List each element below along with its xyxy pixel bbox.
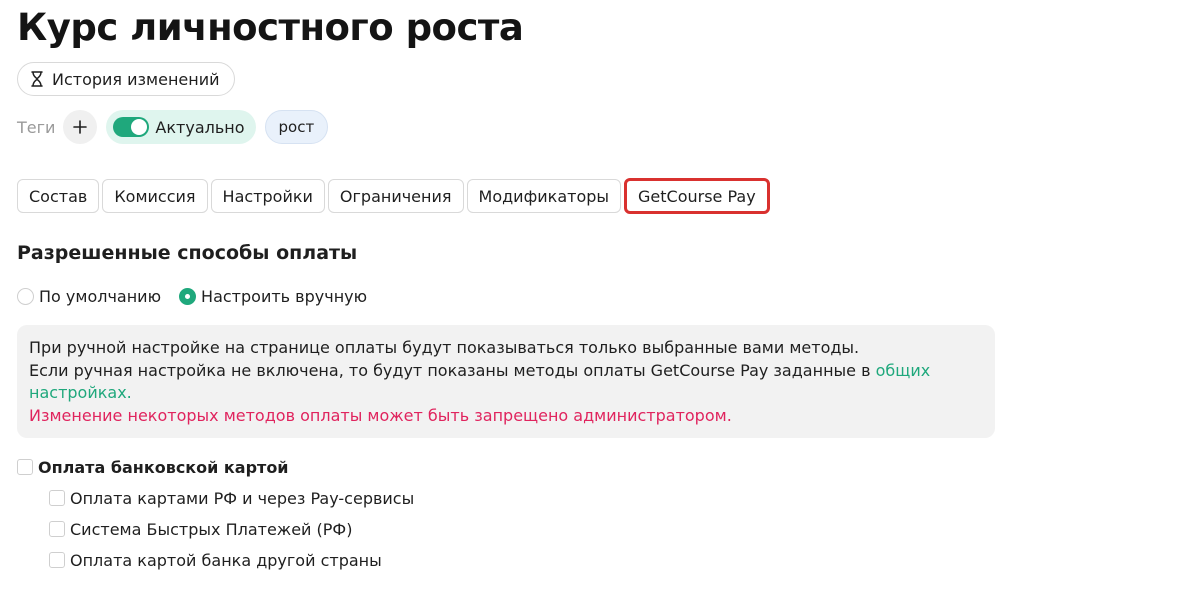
method-ru-cards[interactable]: Оплата картами РФ и через Pay-сервисы xyxy=(49,487,414,509)
radio-default[interactable]: По умолчанию xyxy=(17,287,161,306)
radio-default-control[interactable] xyxy=(17,288,34,305)
tab-label: GetCourse Pay xyxy=(638,186,756,206)
tab-label: Модификаторы xyxy=(478,186,610,206)
tab-label: Комиссия xyxy=(114,186,196,206)
method-group-bank-card[interactable]: Оплата банковской картой xyxy=(17,456,414,478)
tabs-bar: Состав Комиссия Настройки Ограничения Мо… xyxy=(17,178,770,214)
section-title: Разрешенные способы оплаты xyxy=(17,242,358,264)
tab-label: Состав xyxy=(29,186,88,206)
payment-mode-radios: По умолчанию Настроить вручную xyxy=(17,287,381,306)
product-page: Курс личностного роста История изменений… xyxy=(0,0,1200,595)
status-label: Актуально xyxy=(155,117,245,137)
info-line-2: Если ручная настройка не включена, то бу… xyxy=(29,360,983,405)
info-line-2-text: Если ручная настройка не включена, то бу… xyxy=(29,360,876,380)
tab-modifikatory[interactable]: Модификаторы xyxy=(466,179,622,213)
status-toggle-pill[interactable]: Актуально xyxy=(106,110,256,144)
radio-manual-label: Настроить вручную xyxy=(201,287,368,306)
radio-manual[interactable]: Настроить вручную xyxy=(179,287,367,306)
info-warning: Изменение некоторых методов оплаты может… xyxy=(29,405,732,425)
tab-nastroyki[interactable]: Настройки xyxy=(210,179,325,213)
info-notice: При ручной настройке на странице оплаты … xyxy=(17,325,995,438)
method-ru-cards-label: Оплата картами РФ и через Pay-сервисы xyxy=(70,488,415,508)
info-line-1: При ручной настройке на странице оплаты … xyxy=(29,338,860,357)
method-sbp-checkbox[interactable] xyxy=(49,521,65,537)
history-button[interactable]: История изменений xyxy=(17,62,235,96)
tab-label: Настройки xyxy=(222,186,313,206)
tab-label: Ограничения xyxy=(339,186,452,206)
method-foreign-card-label: Оплата картой банка другой страны xyxy=(70,550,382,570)
method-group-checkbox[interactable] xyxy=(17,459,33,475)
radio-manual-control[interactable] xyxy=(179,288,197,305)
tab-getcourse-pay[interactable]: GetCourse Pay xyxy=(624,178,770,214)
payment-methods: Оплата банковской картой Оплата картами … xyxy=(17,456,414,571)
method-sbp-label: Система Быстрых Платежей (РФ) xyxy=(70,519,353,539)
hourglass-icon xyxy=(31,71,43,87)
history-button-label: История изменений xyxy=(52,69,220,89)
tags-row: Теги Актуально рост xyxy=(17,110,329,144)
page-title: Курс личностного роста xyxy=(17,6,524,49)
tab-komissiya[interactable]: Комиссия xyxy=(102,179,208,213)
method-foreign-card-checkbox[interactable] xyxy=(49,552,65,568)
plus-icon xyxy=(73,120,88,134)
tab-sostav[interactable]: Состав xyxy=(17,179,100,213)
radio-default-label: По умолчанию xyxy=(39,287,162,306)
method-sbp[interactable]: Система Быстрых Платежей (РФ) xyxy=(49,518,414,540)
method-foreign-card[interactable]: Оплата картой банка другой страны xyxy=(49,549,414,571)
add-tag-button[interactable] xyxy=(63,110,98,144)
method-ru-cards-checkbox[interactable] xyxy=(49,490,65,506)
tag-chip[interactable]: рост xyxy=(264,110,329,144)
status-toggle[interactable] xyxy=(113,117,150,137)
tags-label: Теги xyxy=(17,117,56,137)
tab-ogranicheniya[interactable]: Ограничения xyxy=(327,179,464,213)
method-group-label: Оплата банковской картой xyxy=(38,457,289,477)
tag-chip-label: рост xyxy=(278,118,315,136)
